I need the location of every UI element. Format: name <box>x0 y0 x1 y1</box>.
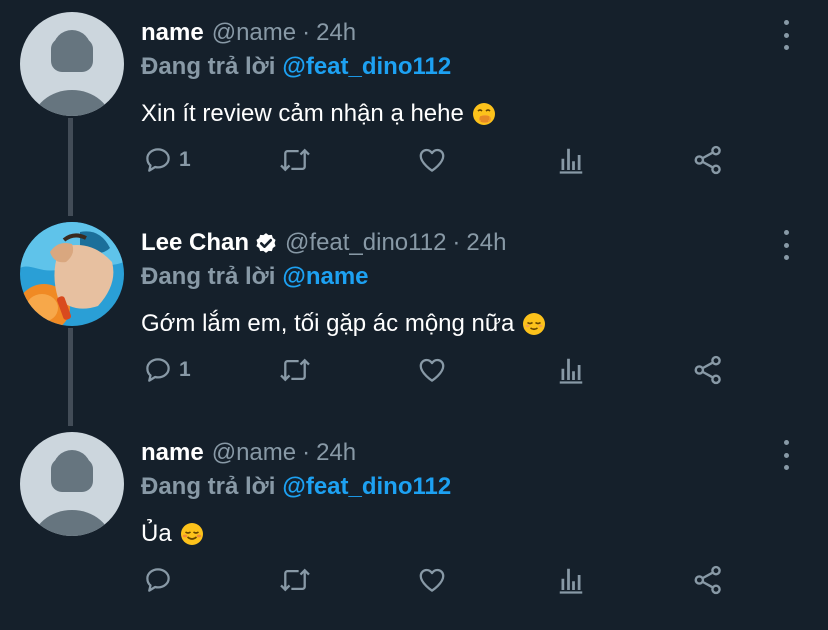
handle[interactable]: @feat_dino112 <box>285 229 446 257</box>
timestamp[interactable]: 24h <box>316 439 356 467</box>
retweet-button[interactable] <box>278 350 312 390</box>
mention-link[interactable]: @feat_dino112 <box>282 473 451 501</box>
tweet-body: Gớm lắm em, tối gặp ác mộng nữa <box>141 310 515 337</box>
more-icon[interactable] <box>776 230 796 260</box>
avatar[interactable] <box>20 432 124 536</box>
timestamp[interactable]: 24h <box>316 19 356 47</box>
analytics-button[interactable] <box>556 560 586 600</box>
share-icon <box>694 355 721 385</box>
retweet-button[interactable] <box>278 140 312 180</box>
share-icon <box>694 145 721 175</box>
separator: · <box>302 19 311 46</box>
tweet-text: Ủa <box>141 516 204 552</box>
action-bar <box>0 560 828 600</box>
share-button[interactable] <box>692 350 724 390</box>
separator: · <box>452 229 461 256</box>
tweet-header: name @name · 24h <box>141 16 356 50</box>
retweet-icon <box>280 358 310 382</box>
tweet[interactable]: name @name · 24h Đang trả lời @feat_dino… <box>0 0 828 216</box>
replying-prefix: Đang trả lời <box>141 473 276 500</box>
mention-link[interactable]: @name <box>282 263 368 291</box>
replying-prefix: Đang trả lời <box>141 53 276 80</box>
reply-count: 1 <box>179 358 191 381</box>
share-button[interactable] <box>692 560 724 600</box>
action-bar: 1 <box>0 140 828 180</box>
display-name[interactable]: Lee Chan <box>141 229 249 257</box>
hand-over-mouth-emoji-icon <box>472 103 495 125</box>
like-icon <box>419 358 445 382</box>
analytics-icon <box>559 148 583 174</box>
retweet-icon <box>280 148 310 172</box>
tweet-header: Lee Chan @feat_dino112 · 24h <box>141 226 506 260</box>
replying-to: Đang trả lời @feat_dino112 <box>141 50 451 84</box>
handle[interactable]: @name <box>212 439 296 467</box>
like-button[interactable] <box>416 350 448 390</box>
avatar[interactable] <box>20 222 124 326</box>
tweet-body: Xin ít review cảm nhận ạ hehe <box>141 100 464 127</box>
share-icon <box>694 565 721 595</box>
retweet-button[interactable] <box>278 560 312 600</box>
mention-link[interactable]: @feat_dino112 <box>282 53 451 81</box>
like-icon <box>419 148 445 172</box>
verified-badge-icon <box>256 233 276 253</box>
separator: · <box>302 439 311 466</box>
replying-to: Đang trả lời @name <box>141 260 369 294</box>
tweet[interactable]: Lee Chan @feat_dino112 · 24h Đang trả lờ… <box>0 210 828 426</box>
avatar[interactable] <box>20 12 124 116</box>
timestamp[interactable]: 24h <box>466 229 506 257</box>
display-name[interactable]: name <box>141 439 204 467</box>
reply-icon <box>146 358 170 382</box>
default-avatar-icon <box>20 12 124 116</box>
more-icon[interactable] <box>776 20 796 50</box>
photo-avatar-icon <box>20 222 124 326</box>
share-button[interactable] <box>692 140 724 180</box>
replying-prefix: Đang trả lời <box>141 263 276 290</box>
smiling-face-emoji-icon <box>180 523 203 545</box>
reply-button[interactable]: 1 <box>143 140 191 180</box>
analytics-button[interactable] <box>556 140 586 180</box>
action-bar: 1 <box>0 350 828 390</box>
display-name[interactable]: name <box>141 19 204 47</box>
tweet-text: Xin ít review cảm nhận ạ hehe <box>141 96 496 132</box>
analytics-icon <box>559 358 583 384</box>
handle[interactable]: @name <box>212 19 296 47</box>
reply-icon <box>146 568 170 592</box>
retweet-icon <box>280 568 310 592</box>
like-button[interactable] <box>416 560 448 600</box>
default-avatar-icon <box>20 432 124 536</box>
more-icon[interactable] <box>776 440 796 470</box>
reply-icon <box>146 148 170 172</box>
like-button[interactable] <box>416 140 448 180</box>
like-icon <box>419 568 445 592</box>
reply-button[interactable] <box>143 560 179 600</box>
tweet-body: Ủa <box>141 520 172 547</box>
relieved-face-emoji-icon <box>523 313 546 335</box>
tweet-text: Gớm lắm em, tối gặp ác mộng nữa <box>141 306 546 342</box>
tweet-header: name @name · 24h <box>141 436 356 470</box>
replying-to: Đang trả lời @feat_dino112 <box>141 470 451 504</box>
tweet[interactable]: name @name · 24h Đang trả lời @feat_dino… <box>0 420 828 630</box>
analytics-button[interactable] <box>556 350 586 390</box>
reply-count: 1 <box>179 148 191 171</box>
reply-button[interactable]: 1 <box>143 350 191 390</box>
analytics-icon <box>559 568 583 594</box>
